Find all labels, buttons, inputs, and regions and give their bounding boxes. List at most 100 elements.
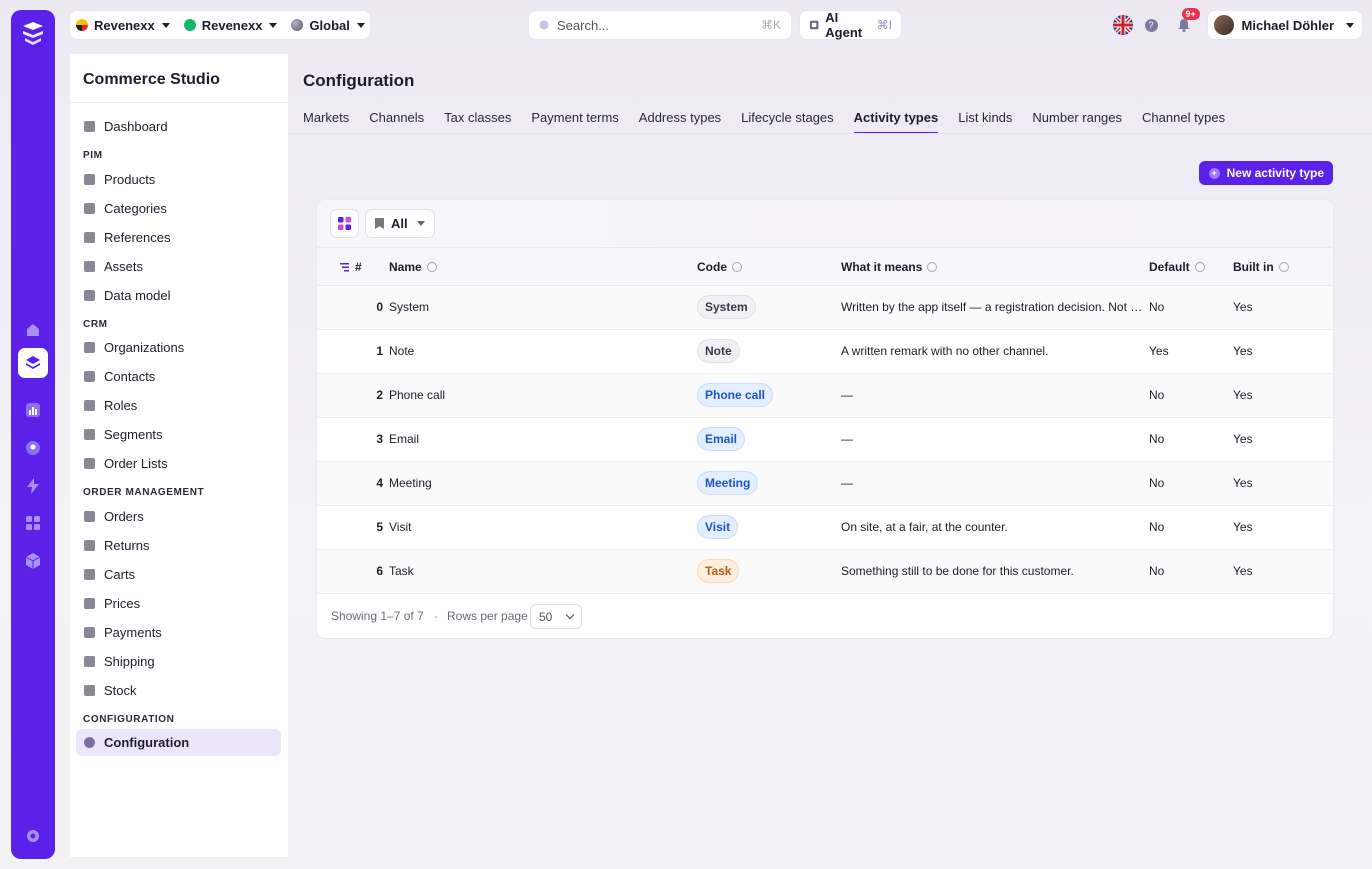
table-row[interactable]: 3 Email Email — No Yes bbox=[317, 418, 1333, 462]
row-meaning: Something still to be done for this cust… bbox=[841, 564, 1074, 578]
search-icon bbox=[539, 20, 549, 30]
search-placeholder: Search... bbox=[557, 17, 610, 33]
uk-flag-icon[interactable] bbox=[1112, 15, 1133, 35]
sidebar-item-returns[interactable]: Returns bbox=[76, 532, 281, 559]
column-header-code[interactable]: Code bbox=[697, 260, 742, 274]
row-built-in: Yes bbox=[1233, 432, 1253, 446]
layers-icon[interactable] bbox=[18, 348, 48, 378]
tab-channels[interactable]: Channels bbox=[369, 110, 424, 134]
settings-gear-icon[interactable] bbox=[18, 821, 48, 851]
table-row[interactable]: 0 System System Written by the app itsel… bbox=[317, 286, 1333, 330]
org-switcher-2[interactable]: Revenexx bbox=[183, 18, 278, 33]
sidebar-item-data-model[interactable]: Data model bbox=[76, 282, 281, 309]
sidebar-item-shipping[interactable]: Shipping bbox=[76, 648, 281, 675]
sidebar-item-label: Carts bbox=[104, 567, 136, 582]
row-index: 0 bbox=[376, 300, 383, 314]
analytics-icon[interactable] bbox=[18, 395, 48, 425]
sidebar-item-assets[interactable]: Assets bbox=[76, 253, 281, 280]
sidebar-item-label: Order Lists bbox=[104, 456, 168, 471]
avatar bbox=[1213, 15, 1234, 35]
home-icon[interactable] bbox=[18, 315, 48, 345]
sidebar-item-configuration[interactable]: Configuration bbox=[76, 729, 281, 756]
sidebar-item-roles[interactable]: Roles bbox=[76, 392, 281, 419]
tab-address-types[interactable]: Address types bbox=[639, 110, 721, 134]
sidebar-item-orders[interactable]: Orders bbox=[76, 503, 281, 530]
notifications-bell-icon[interactable]: 9+ bbox=[1176, 8, 1200, 33]
chevron-down-icon bbox=[1346, 22, 1354, 28]
sidebar-item-label: Orders bbox=[104, 509, 144, 524]
new-activity-type-button[interactable]: + New activity type bbox=[1198, 161, 1333, 185]
row-name: System bbox=[389, 300, 430, 314]
tab-activity-types[interactable]: Activity types bbox=[853, 110, 938, 134]
grid-view-icon bbox=[338, 217, 351, 230]
column-header-built-in[interactable]: Built in bbox=[1233, 260, 1289, 274]
sidebar-item-label: Categories bbox=[104, 201, 167, 216]
sidebar-item-label: Roles bbox=[104, 398, 138, 413]
row-meaning: Written by the app itself — a registrati… bbox=[841, 300, 1143, 314]
location-icon[interactable] bbox=[18, 433, 48, 463]
sidebar-item-payments[interactable]: Payments bbox=[76, 619, 281, 646]
table-row[interactable]: 1 Note Note A written remark with no oth… bbox=[317, 330, 1333, 374]
column-header-meaning[interactable]: What it means bbox=[841, 260, 938, 274]
cube-icon[interactable] bbox=[18, 546, 48, 576]
info-icon bbox=[732, 262, 742, 272]
column-header-label: Built in bbox=[1233, 260, 1274, 274]
tab-channel-types[interactable]: Channel types bbox=[1142, 110, 1225, 134]
org-switcher-1[interactable]: Revenexx bbox=[76, 18, 170, 33]
saved-view-filter[interactable]: All bbox=[366, 210, 434, 237]
table-row[interactable]: 4 Meeting Meeting — No Yes bbox=[317, 462, 1333, 506]
tab-number-ranges[interactable]: Number ranges bbox=[1032, 110, 1122, 134]
chevron-down-icon bbox=[161, 22, 170, 28]
return-arrow-icon bbox=[84, 540, 95, 551]
globe-icon bbox=[291, 19, 304, 31]
column-header-label: What it means bbox=[841, 260, 923, 274]
row-default: No bbox=[1149, 388, 1165, 402]
pagination-summary-text: Showing 1–7 of 7 bbox=[331, 609, 424, 623]
sidebar-item-carts[interactable]: Carts bbox=[76, 561, 281, 588]
sidebar-item-contacts[interactable]: Contacts bbox=[76, 363, 281, 390]
brand-logo-icon[interactable] bbox=[19, 20, 47, 48]
help-icon[interactable]: ? bbox=[1144, 18, 1158, 32]
tab-markets[interactable]: Markets bbox=[303, 110, 349, 134]
sidebar-item-label: Contacts bbox=[104, 369, 156, 384]
sidebar-item-categories[interactable]: Categories bbox=[76, 195, 281, 222]
tab-lifecycle-stages[interactable]: Lifecycle stages bbox=[741, 110, 834, 134]
user-menu[interactable]: Michael Döhler bbox=[1207, 11, 1362, 39]
tab-tax-classes[interactable]: Tax classes bbox=[444, 110, 511, 134]
table-row[interactable]: 2 Phone call Phone call — No Yes bbox=[317, 374, 1333, 418]
tab-list-kinds[interactable]: List kinds bbox=[958, 110, 1012, 134]
image-icon bbox=[84, 261, 95, 272]
chevron-down-icon bbox=[269, 22, 278, 28]
row-default: No bbox=[1149, 432, 1165, 446]
table-toolbar: All bbox=[317, 200, 1333, 248]
row-meaning: On site, at a fair, at the counter. bbox=[841, 520, 1008, 534]
page-title: Configuration bbox=[303, 71, 415, 90]
sidebar-item-label: Dashboard bbox=[104, 119, 168, 134]
sidebar-item-prices[interactable]: Prices bbox=[76, 590, 281, 617]
sidebar-item-references[interactable]: References bbox=[76, 224, 281, 251]
apps-grid-icon[interactable] bbox=[18, 508, 48, 538]
search-input[interactable]: Search... ⌘K bbox=[529, 11, 791, 39]
lightning-icon[interactable] bbox=[18, 471, 48, 501]
view-toggle-button[interactable] bbox=[331, 210, 358, 237]
column-header-index[interactable]: # bbox=[340, 260, 362, 274]
rows-per-page-select[interactable]: 50 bbox=[531, 605, 581, 628]
divider bbox=[289, 133, 1372, 134]
plus-icon: + bbox=[1208, 167, 1220, 179]
sidebar-item-segments[interactable]: Segments bbox=[76, 421, 281, 448]
sidebar-item-stock[interactable]: Stock bbox=[76, 677, 281, 704]
sidebar-item-organizations[interactable]: Organizations bbox=[76, 334, 281, 361]
column-header-default[interactable]: Default bbox=[1149, 260, 1205, 274]
sidebar-item-products[interactable]: Products bbox=[76, 166, 281, 193]
sidebar-item-order-lists[interactable]: Order Lists bbox=[76, 450, 281, 477]
scope-switcher[interactable]: Global bbox=[291, 18, 365, 33]
table-row[interactable]: 5 Visit Visit On site, at a fair, at the… bbox=[317, 506, 1333, 550]
table-row[interactable]: 6 Task Task Something still to be done f… bbox=[317, 550, 1333, 594]
row-index: 3 bbox=[376, 432, 383, 446]
ai-agent-button[interactable]: AI Agent ⌘I bbox=[800, 10, 901, 40]
sidebar-item-dashboard[interactable]: Dashboard bbox=[76, 113, 281, 140]
column-header-name[interactable]: Name bbox=[389, 260, 437, 274]
credit-card-icon bbox=[84, 627, 95, 638]
tab-payment-terms[interactable]: Payment terms bbox=[531, 110, 618, 134]
info-icon bbox=[426, 262, 437, 272]
